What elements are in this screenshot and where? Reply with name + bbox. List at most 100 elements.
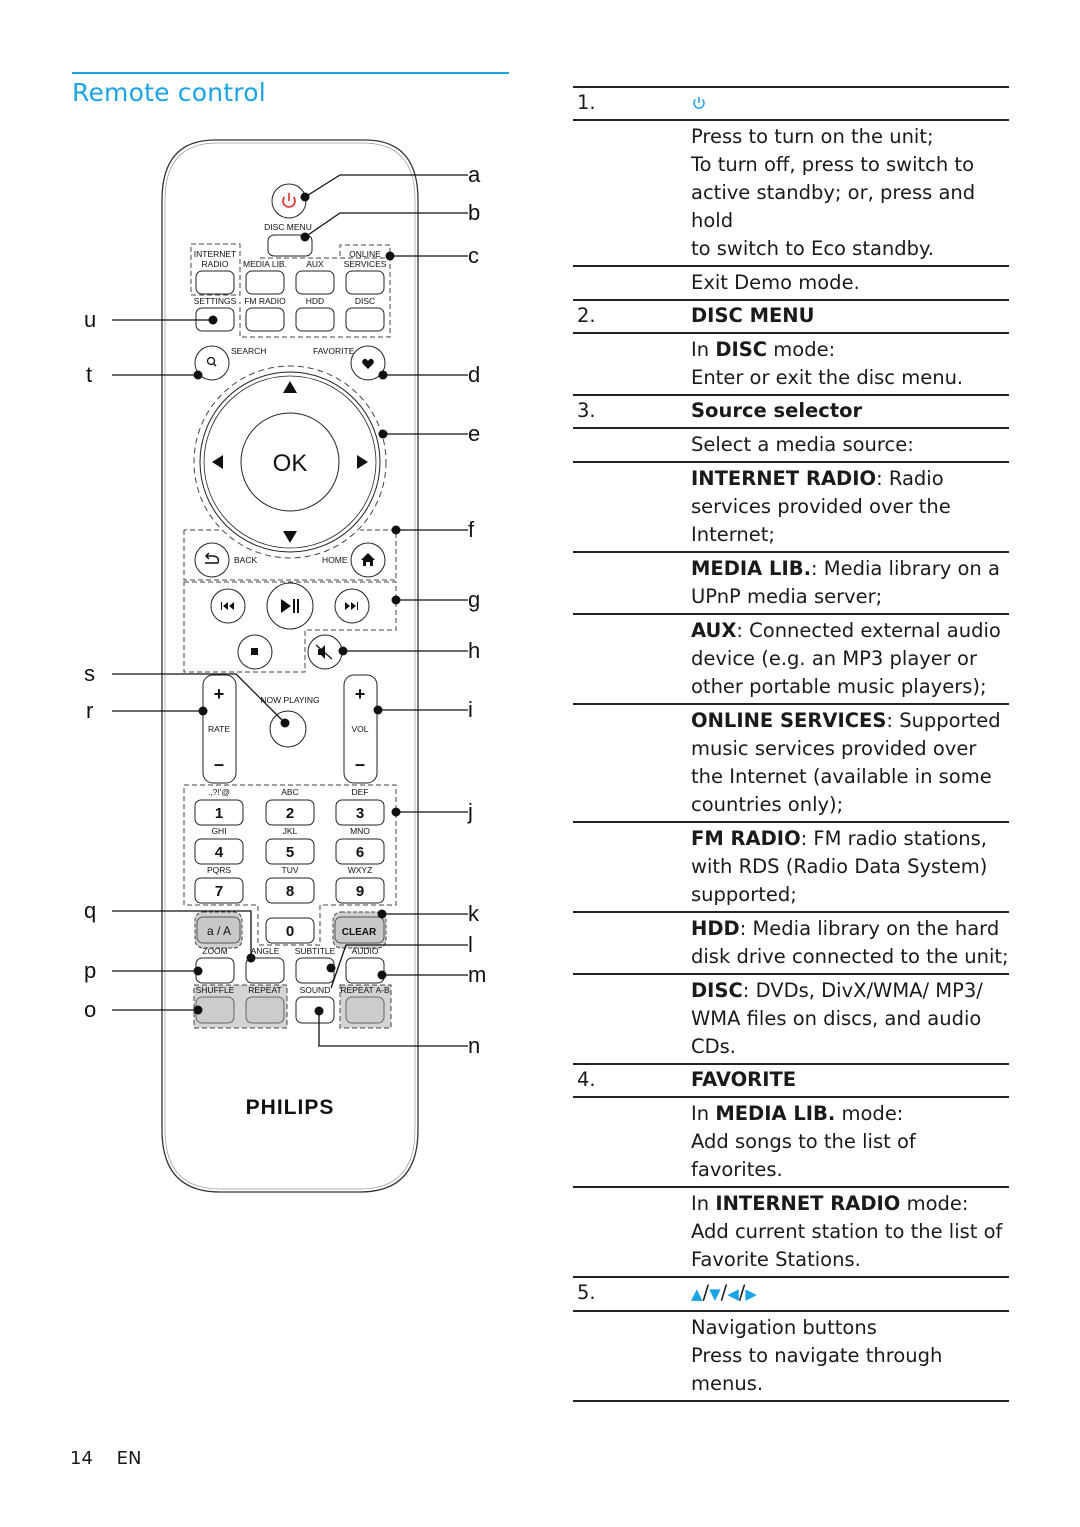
description-line: Internet; — [691, 523, 775, 546]
home-button[interactable] — [350, 542, 386, 578]
repeat-ab-label: REPEAT A-B — [340, 985, 390, 995]
play-pause-button[interactable] — [266, 582, 314, 630]
description-line: Exit Demo mode. — [691, 271, 860, 294]
rate-rocker[interactable]: + RATE – — [202, 674, 237, 784]
previous-button[interactable] — [210, 588, 246, 624]
description-line: supported; — [691, 883, 797, 906]
lead-suffix: : Radio — [876, 467, 944, 490]
description-line: Select a media source: — [691, 433, 914, 456]
keypad-button-4[interactable]: 4 — [194, 838, 244, 865]
item-description: DISC: DVDs, DivX/WMA/ MP3/WMA files on d… — [691, 974, 1009, 1064]
description-line: the Internet (available in some — [691, 765, 992, 788]
lead-line: In DISC mode: — [691, 336, 1009, 364]
keypad-digit: 5 — [286, 844, 294, 861]
keypad-button-5[interactable]: 5 — [265, 838, 315, 865]
now-playing-label: NOW PLAYING — [260, 695, 319, 705]
mute-button[interactable] — [307, 634, 343, 670]
volume-rocker[interactable]: + VOL – — [343, 674, 378, 784]
table-row: In INTERNET RADIO mode: Add current stati… — [573, 1187, 1009, 1277]
vol-label: VOL — [351, 724, 368, 734]
item-description: In DISC mode: Enter or exit the disc menu… — [691, 333, 1009, 395]
vol-plus: + — [355, 684, 366, 704]
fm-radio-button[interactable] — [245, 307, 285, 332]
lead-line: In INTERNET RADIO mode: — [691, 1190, 1009, 1218]
keypad-letters: JKL — [283, 826, 298, 836]
item-number — [573, 822, 691, 912]
callout-o: o — [84, 997, 96, 1022]
keypad-digit: 3 — [356, 805, 364, 822]
item-number: 3. — [577, 399, 596, 422]
description-line: active standby; or, press and hold — [691, 181, 976, 232]
lead-term: FM RADIO — [691, 827, 801, 850]
lead-term: DISC — [715, 338, 768, 361]
keypad-button-7[interactable]: 7 — [194, 877, 244, 904]
keypad-button-6[interactable]: 6 — [335, 838, 385, 865]
table-row: 1. — [573, 87, 1009, 120]
lead-suffix: mode: — [835, 1102, 904, 1125]
stop-button[interactable] — [237, 634, 273, 670]
callout-h: h — [468, 638, 480, 663]
lead-term: MEDIA LIB. — [715, 1102, 836, 1125]
keypad-button-8[interactable]: 8 — [265, 877, 315, 904]
aux-button[interactable] — [295, 270, 335, 295]
item-number — [573, 266, 691, 300]
item-heading: Source selector — [691, 399, 863, 422]
keypad-button-0[interactable]: 0 — [265, 917, 315, 944]
disc-button[interactable] — [345, 307, 385, 332]
repeat-ab-button[interactable] — [345, 996, 385, 1024]
item-description: AUX: Connected external audio device (e.g… — [691, 614, 1009, 704]
item-number — [573, 614, 691, 704]
repeat-button[interactable] — [245, 996, 285, 1024]
description-line: disk drive connected to the unit; — [691, 945, 1009, 968]
description-line: device (e.g. an MP3 player or — [691, 647, 977, 670]
item-number: 1. — [577, 91, 596, 114]
subtitle-label: SUBTITLE — [295, 946, 336, 956]
table-row: In MEDIA LIB. mode: Add songs to the list… — [573, 1097, 1009, 1187]
table-row: In DISC mode: Enter or exit the disc menu… — [573, 333, 1009, 395]
keypad-button-1[interactable]: 1 — [194, 799, 244, 826]
item-number — [573, 333, 691, 395]
stop-icon — [251, 648, 258, 655]
audio-button[interactable] — [345, 957, 385, 984]
right-arrow-icon: ▶ — [745, 1285, 757, 1303]
item-number: 2. — [577, 304, 596, 327]
now-playing-button[interactable] — [269, 710, 307, 748]
lead-suffix: : Connected external audio — [736, 619, 1001, 642]
lead-term: ONLINE SERVICES — [691, 709, 887, 732]
keypad-button-3[interactable]: 3 — [335, 799, 385, 826]
sound-label: SOUND — [300, 985, 331, 995]
lead-term: HDD — [691, 917, 740, 940]
keypad-digit: 1 — [215, 805, 223, 822]
callout-r: r — [86, 698, 93, 723]
lead-term: MEDIA LIB. — [691, 557, 811, 580]
back-button[interactable] — [194, 542, 230, 578]
internet-radio-button[interactable] — [195, 270, 235, 295]
item-description — [691, 87, 1009, 120]
keypad-button-9[interactable]: 9 — [335, 877, 385, 904]
description-line: UPnP media server; — [691, 585, 883, 608]
item-number — [573, 120, 691, 266]
keypad-letters: .,?!'@ — [208, 787, 230, 797]
table-row: FM RADIO: FM radio stations, with RDS (Ra… — [573, 822, 1009, 912]
item-description: In MEDIA LIB. mode: Add songs to the list… — [691, 1097, 1009, 1187]
power-button[interactable] — [271, 183, 307, 219]
item-number — [573, 704, 691, 822]
table-row: Navigation buttons Press to navigate thro… — [573, 1311, 1009, 1401]
hdd-button[interactable] — [295, 307, 335, 332]
philips-logo: PHILIPS — [246, 1096, 335, 1119]
description-line: other portable music players); — [691, 675, 987, 698]
item-number: 4. — [577, 1068, 596, 1091]
online-services-button[interactable] — [345, 270, 385, 295]
keypad-button-2[interactable]: 2 — [265, 799, 315, 826]
item-number — [573, 1311, 691, 1401]
favorite-label: FAVORITE — [313, 346, 355, 356]
audio-label: AUDIO — [352, 946, 379, 956]
online-services-label-1: ONLINE — [349, 249, 381, 259]
table-row: DISC: DVDs, DivX/WMA/ MP3/WMA files on d… — [573, 974, 1009, 1064]
next-button[interactable] — [334, 588, 370, 624]
zoom-label: ZOOM — [202, 946, 228, 956]
aux-label: AUX — [306, 259, 324, 269]
item-number — [573, 974, 691, 1064]
media-lib-button[interactable] — [245, 270, 285, 295]
lead-line: INTERNET RADIO: Radio — [691, 465, 1009, 493]
